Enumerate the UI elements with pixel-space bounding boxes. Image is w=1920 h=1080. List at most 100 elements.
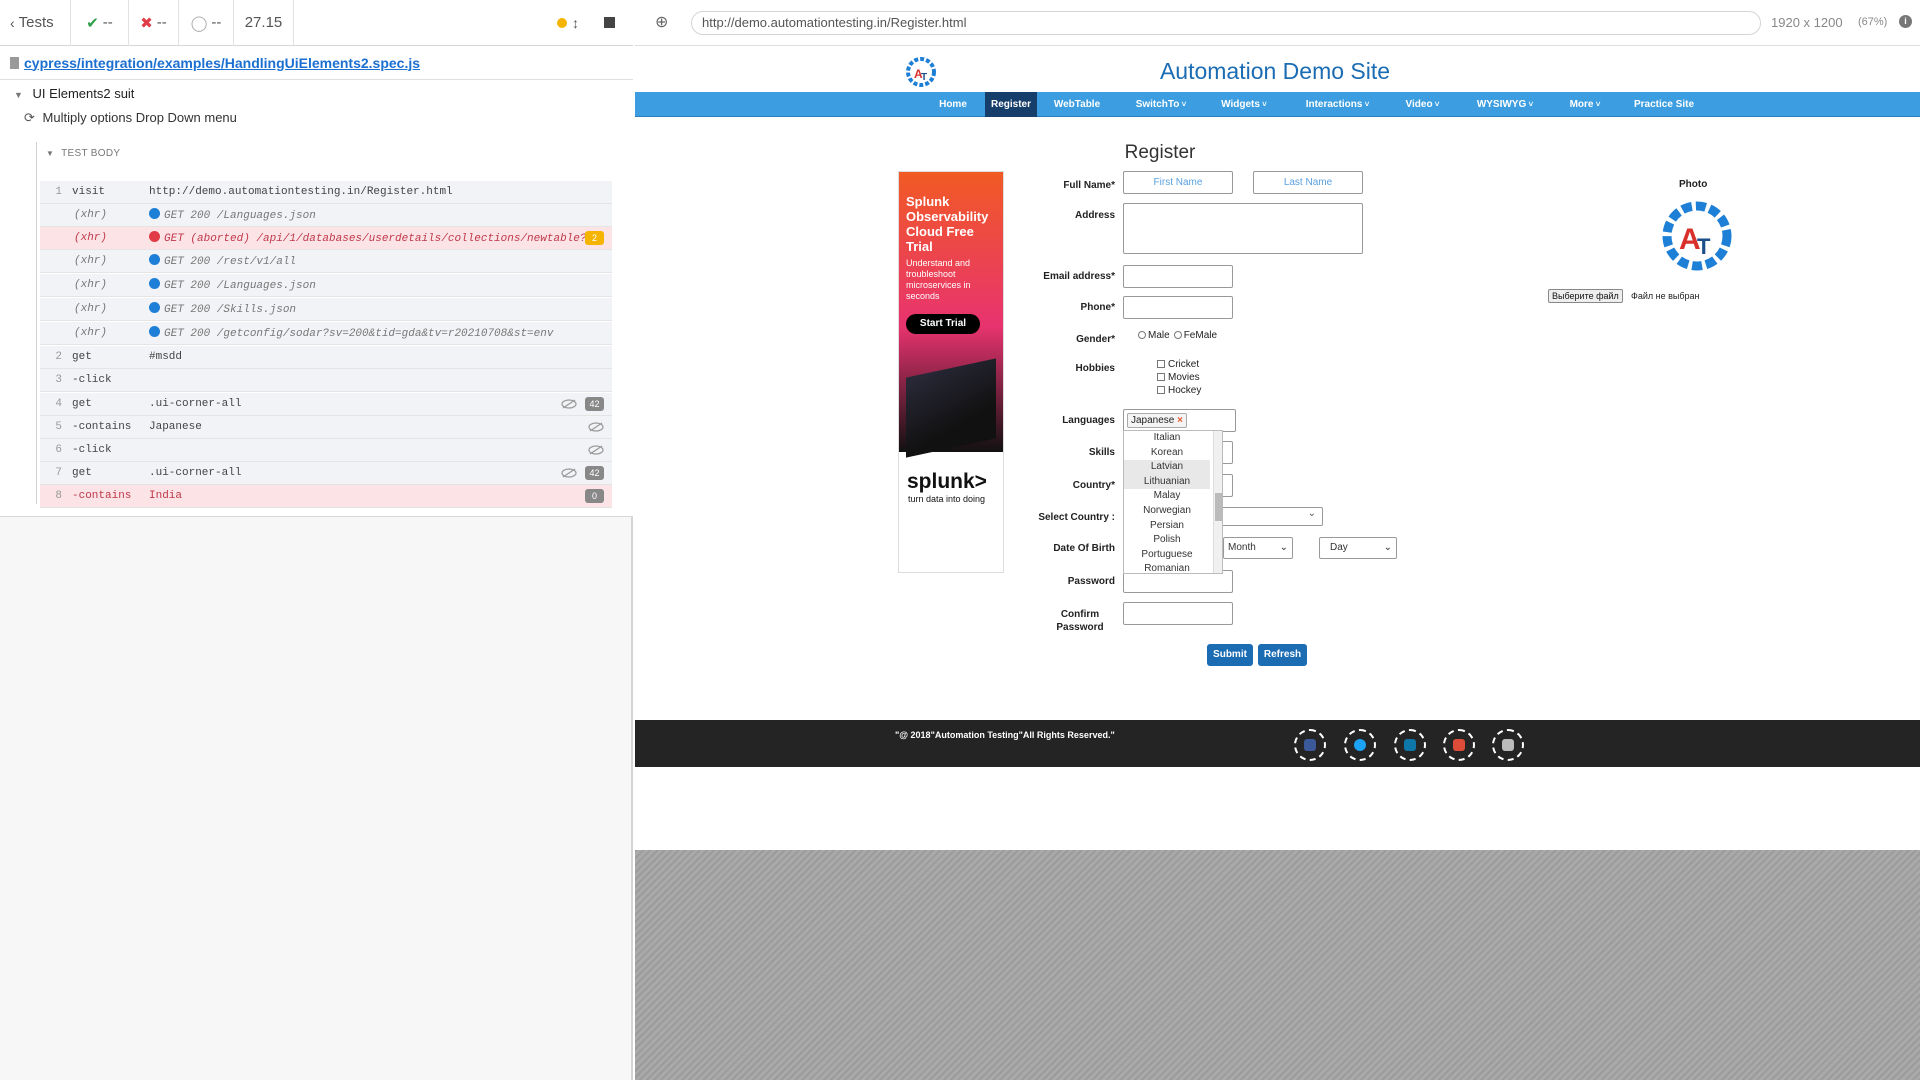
command-message-text: http://demo.automationtesting.in/Registe… <box>149 186 453 198</box>
language-option-romanian[interactable]: Romanian <box>1124 562 1210 573</box>
command-row[interactable]: (xhr) GET 200 /rest/v1/all <box>40 250 612 273</box>
phone-input[interactable] <box>1123 296 1233 319</box>
suite-row[interactable]: ▼ UI Elements2 suit <box>14 86 134 101</box>
aut-empty-area <box>635 850 1920 1080</box>
language-option-norwegian[interactable]: Norwegian <box>1124 504 1210 519</box>
nav-item-practice-site[interactable]: Practice Site <box>1621 92 1707 117</box>
nav-item-more[interactable]: More ˅ <box>1555 92 1615 117</box>
command-message: India <box>149 490 585 502</box>
photo-label: Photo <box>1679 179 1708 190</box>
ad-banner[interactable]: Splunk Observability Cloud Free Trial Un… <box>898 171 1004 573</box>
facebook-icon[interactable] <box>1294 729 1326 761</box>
label-select-country: Select Country : <box>1038 512 1115 523</box>
last-name-input[interactable]: Last Name <box>1253 171 1363 194</box>
hobby-checkbox-hockey[interactable]: Hockey <box>1157 384 1201 397</box>
google-plus-icon[interactable] <box>1443 729 1475 761</box>
command-message: GET 200 /getconfig/sodar?sv=200&tid=gda&… <box>149 326 612 340</box>
command-row[interactable]: 2 get #msdd <box>40 346 612 369</box>
file-icon <box>10 56 19 69</box>
month-value: Month <box>1228 542 1256 553</box>
command-message-text: GET 200 /Skills.json <box>164 304 297 316</box>
command-message: GET 200 /Languages.json <box>149 208 612 222</box>
scroll-thumb[interactable] <box>1215 493 1222 521</box>
chevron-down-icon: ˅ <box>1526 100 1534 109</box>
nav-item-wysiwyg[interactable]: WYSIWYG ˅ <box>1460 92 1550 117</box>
command-row[interactable]: 6 -click <box>40 439 612 462</box>
address-textarea[interactable] <box>1123 203 1363 254</box>
remove-tag-icon[interactable]: × <box>1177 415 1183 426</box>
stop-button[interactable] <box>604 17 615 28</box>
confirm-password-input[interactable] <box>1123 602 1233 625</box>
selector-playground-icon[interactable]: ⊕ <box>655 12 668 32</box>
site-title: Automation Demo Site <box>1159 58 1391 84</box>
element-count-badge: 42 <box>585 397 604 411</box>
choose-file-button[interactable]: Выберите файл <box>1548 289 1623 303</box>
nav-item-interactions[interactable]: Interactions ˅ <box>1290 92 1385 117</box>
hobby-checkbox-cricket[interactable]: Cricket <box>1157 358 1201 371</box>
command-row[interactable]: 8 -contains India 0 <box>40 485 612 508</box>
hobby-checkbox-movies[interactable]: Movies <box>1157 371 1201 384</box>
linkedin-icon[interactable] <box>1394 729 1426 761</box>
twitter-icon[interactable] <box>1344 729 1376 761</box>
label-confirm-password: Confirm Password <box>1056 609 1104 633</box>
ad-cta-button[interactable]: Start Trial <box>906 314 980 334</box>
first-name-input[interactable]: First Name <box>1123 171 1233 194</box>
dropdown-scrollbar[interactable] <box>1213 431 1222 573</box>
hobbies-checkbox-group: Cricket Movies Hockey <box>1157 358 1201 397</box>
command-row[interactable]: 1 visit http://demo.automationtesting.in/R… <box>40 181 612 204</box>
email-input[interactable] <box>1123 265 1233 288</box>
nav-item-home[interactable]: Home <box>925 92 981 117</box>
submit-button[interactable]: Submit <box>1207 644 1253 666</box>
language-option-portuguese[interactable]: Portuguese <box>1124 548 1210 563</box>
command-message-text: India <box>149 490 183 502</box>
back-to-tests-button[interactable]: ‹ Tests <box>0 0 71 46</box>
refresh-button[interactable]: Refresh <box>1258 644 1307 666</box>
language-option-lithuanian[interactable]: Lithuanian <box>1124 474 1210 490</box>
gender-radio-female[interactable]: FeMale <box>1173 330 1217 341</box>
languages-dropdown-list: Italian Korean Latvian Lithuanian Malay Norwe… <box>1123 430 1223 574</box>
spec-file-link[interactable]: cypress/integration/examples/HandlingUiE… <box>24 55 420 71</box>
nav-item-video[interactable]: Video ˅ <box>1390 92 1455 117</box>
languages-multiselect[interactable]: Japanese × <box>1123 409 1236 432</box>
xhr-status-dot-icon <box>149 302 160 313</box>
test-row[interactable]: ⟳ Multiply options Drop Down menu <box>24 110 237 126</box>
auto-scroll-icon[interactable]: ↕ <box>572 15 579 31</box>
ad-tagline: turn data into doing <box>908 494 986 504</box>
nav-item-switchto[interactable]: SwitchTo ˅ <box>1123 92 1199 117</box>
gender-radio-male[interactable]: Male <box>1138 330 1170 341</box>
nav-item-register[interactable]: Register <box>985 92 1037 117</box>
chevron-down-icon: ⌄ <box>1279 542 1288 553</box>
command-row[interactable]: (xhr) GET 200 /Languages.json <box>40 274 612 297</box>
element-count-badge: 0 <box>585 489 604 503</box>
hidden-eye-icon <box>588 445 604 455</box>
command-row[interactable]: (xhr) GET 200 /getconfig/sodar?sv=200&tid… <box>40 322 612 345</box>
command-message-text: Japanese <box>149 421 202 433</box>
youtube-icon[interactable] <box>1492 729 1524 761</box>
info-icon[interactable]: i <box>1899 15 1912 28</box>
label-password: Password <box>1067 576 1115 587</box>
hobby-label: Cricket <box>1168 359 1200 370</box>
no-file-text: Файл не выбран <box>1631 291 1700 301</box>
command-row[interactable]: 4 get .ui-corner-all 42 <box>40 393 612 416</box>
command-row[interactable]: (xhr) GET 200 /Languages.json <box>40 204 612 227</box>
language-option-italian[interactable]: Italian <box>1124 431 1210 446</box>
nav-item-label: Video <box>1405 99 1433 110</box>
command-row[interactable]: 3 -click <box>40 369 612 392</box>
url-input[interactable]: http://demo.automationtesting.in/Registe… <box>691 11 1761 35</box>
command-row[interactable]: 7 get .ui-corner-all 42 <box>40 462 612 485</box>
month-select[interactable]: Month ⌄ <box>1223 537 1293 559</box>
command-row[interactable]: (xhr) GET 200 /Skills.json <box>40 298 612 321</box>
command-row[interactable]: 5 -contains Japanese <box>40 416 612 439</box>
language-option-malay[interactable]: Malay <box>1124 489 1210 504</box>
day-select[interactable]: Day ⌄ <box>1319 537 1397 559</box>
nav-item-widgets[interactable]: Widgets ˅ <box>1203 92 1285 117</box>
gender-label: Male <box>1148 330 1170 341</box>
nav-item-webtable[interactable]: WebTable <box>1041 92 1113 117</box>
duration: 27.15 <box>234 0 294 46</box>
language-option-latvian[interactable]: Latvian <box>1124 460 1210 475</box>
language-option-persian[interactable]: Persian <box>1124 519 1210 534</box>
language-option-korean[interactable]: Korean <box>1124 446 1210 461</box>
command-row[interactable]: (xhr) GET (aborted) /api/1/databases/user… <box>40 227 612 250</box>
passed-value: -- <box>102 14 113 31</box>
language-option-polish[interactable]: Polish <box>1124 533 1210 548</box>
